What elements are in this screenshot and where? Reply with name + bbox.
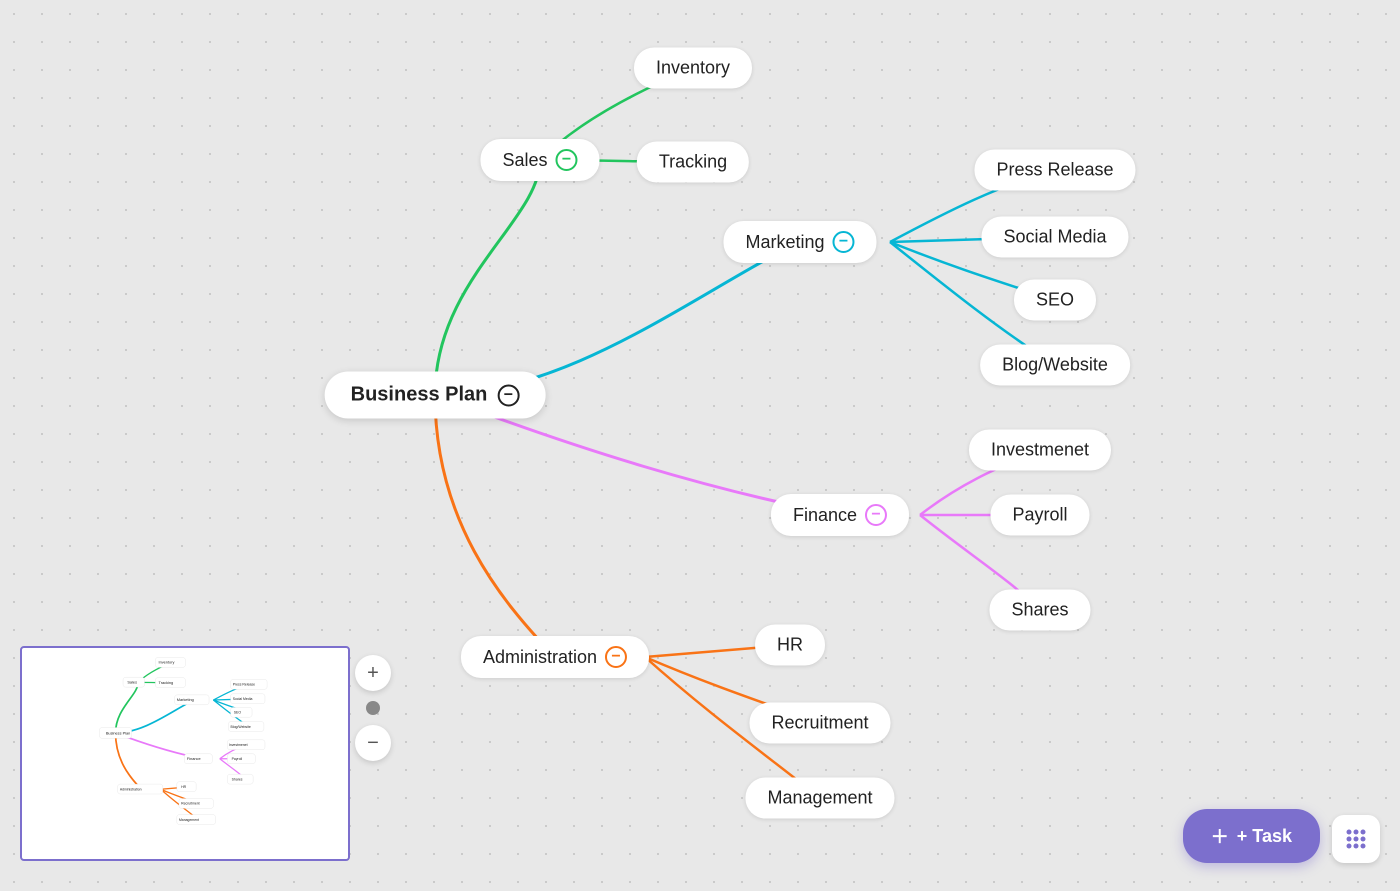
center-collapse-btn[interactable]: − xyxy=(497,384,519,406)
node-social-media[interactable]: Social Media xyxy=(981,217,1128,258)
sales-collapse-btn[interactable]: − xyxy=(556,149,578,171)
node-press-release[interactable]: Press Release xyxy=(974,150,1135,191)
zoom-controls: + − xyxy=(355,655,391,761)
node-blog-website[interactable]: Blog/Website xyxy=(980,345,1130,386)
branch-sales-label: Sales xyxy=(502,150,547,171)
node-shares[interactable]: Shares xyxy=(989,590,1090,631)
branch-administration[interactable]: Administration − xyxy=(461,636,649,678)
add-task-button[interactable]: ＋ + Task xyxy=(1183,809,1320,863)
minimap: Business Plan Sales Inventory Tracking M… xyxy=(20,646,350,861)
svg-text:Finance: Finance xyxy=(187,756,201,761)
finance-collapse-btn[interactable]: − xyxy=(865,504,887,526)
svg-text:Management: Management xyxy=(179,818,199,822)
marketing-collapse-btn[interactable]: − xyxy=(833,231,855,253)
svg-text:Sales: Sales xyxy=(127,679,137,684)
svg-text:HR: HR xyxy=(181,785,186,789)
administration-collapse-btn[interactable]: − xyxy=(605,646,627,668)
node-tracking[interactable]: Tracking xyxy=(637,142,749,183)
grid-icon xyxy=(1344,827,1368,851)
center-node[interactable]: Business Plan − xyxy=(325,372,546,419)
node-inventory[interactable]: Inventory xyxy=(634,48,752,89)
svg-text:Business Plan: Business Plan xyxy=(106,730,130,735)
branch-finance[interactable]: Finance − xyxy=(771,494,909,536)
branch-marketing-label: Marketing xyxy=(745,232,824,253)
node-recruitment[interactable]: Recruitment xyxy=(749,703,890,744)
task-plus-icon: ＋ xyxy=(1211,823,1229,849)
svg-text:Social Media: Social Media xyxy=(233,697,253,701)
node-hr[interactable]: HR xyxy=(755,625,825,666)
branch-finance-label: Finance xyxy=(793,505,857,526)
task-button-label: + Task xyxy=(1237,826,1292,847)
svg-text:Investmenet: Investmenet xyxy=(229,743,248,747)
zoom-in-button[interactable]: + xyxy=(355,655,391,691)
svg-text:Payroll: Payroll xyxy=(232,757,243,761)
svg-text:Blog/Website: Blog/Website xyxy=(231,725,251,729)
svg-text:Tracking: Tracking xyxy=(159,680,174,685)
svg-text:Recruitment: Recruitment xyxy=(181,802,200,806)
svg-text:Press Release: Press Release xyxy=(233,683,255,687)
branch-sales[interactable]: Sales − xyxy=(480,139,599,181)
zoom-indicator xyxy=(366,701,380,715)
grid-view-button[interactable] xyxy=(1332,815,1380,863)
branch-administration-label: Administration xyxy=(483,647,597,668)
node-management[interactable]: Management xyxy=(745,778,894,819)
node-investmenet[interactable]: Investmenet xyxy=(969,430,1111,471)
svg-text:SEO: SEO xyxy=(234,711,242,715)
svg-text:Marketing: Marketing xyxy=(177,697,194,702)
minimap-svg: Business Plan Sales Inventory Tracking M… xyxy=(22,648,345,859)
svg-text:Inventory: Inventory xyxy=(159,660,175,665)
node-payroll[interactable]: Payroll xyxy=(990,495,1089,536)
zoom-out-button[interactable]: − xyxy=(355,725,391,761)
branch-marketing[interactable]: Marketing − xyxy=(723,221,876,263)
center-label: Business Plan xyxy=(351,384,488,407)
svg-text:Shares: Shares xyxy=(232,777,243,781)
svg-text:Administration: Administration xyxy=(120,787,142,791)
node-seo[interactable]: SEO xyxy=(1014,280,1096,321)
